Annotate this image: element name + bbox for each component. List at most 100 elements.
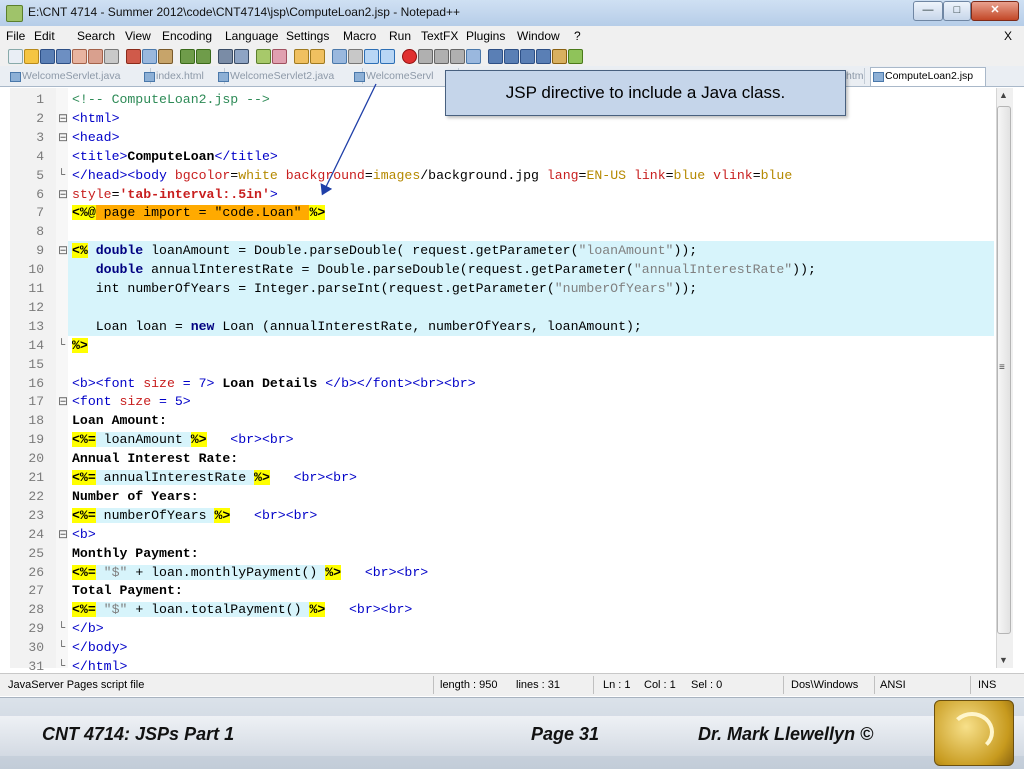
code-line[interactable]: 27 Total Payment: — [10, 581, 994, 600]
menu-macro[interactable]: Macro — [343, 29, 376, 43]
code-line[interactable]: 19 <%= loanAmount %> <br><br> — [10, 430, 994, 449]
menu-textfx[interactable]: TextFX — [421, 29, 458, 43]
code-line[interactable]: 14 └ %> — [10, 336, 994, 355]
tab-index-html[interactable]: index.html — [142, 68, 225, 84]
code-line[interactable]: 24 ⊟ <b> — [10, 525, 994, 544]
redo-icon[interactable] — [196, 49, 211, 64]
code-line[interactable]: 18 Loan Amount: — [10, 411, 994, 430]
replace-icon[interactable] — [234, 49, 249, 64]
stop-macro-icon[interactable] — [418, 49, 433, 64]
code-line[interactable]: 25 Monthly Payment: — [10, 544, 994, 563]
code-line[interactable]: 23 <%= numberOfYears %> <br><br> — [10, 506, 994, 525]
fold-marker-icon[interactable]: └ — [58, 168, 65, 182]
close-file-icon[interactable] — [72, 49, 87, 64]
menu-file[interactable]: File — [6, 29, 25, 43]
code-line[interactable]: 10 double annualInterestRate = Double.pa… — [28, 260, 994, 280]
menu-edit[interactable]: Edit — [34, 29, 55, 43]
code-line[interactable]: 30 └ </body> — [10, 638, 994, 657]
fold-marker-icon[interactable]: └ — [58, 640, 65, 654]
menu-view[interactable]: View — [125, 29, 151, 43]
menu-help[interactable]: ? — [574, 29, 581, 43]
open-folder-icon[interactable] — [24, 49, 39, 64]
code-line[interactable]: 28 <%= "$" + loan.totalPayment() %> <br><… — [10, 600, 994, 619]
code-line[interactable]: 17 ⊟ <font size = 5> — [10, 392, 994, 411]
print-icon[interactable] — [104, 49, 119, 64]
plugin-icon-3[interactable] — [520, 49, 535, 64]
code-line[interactable]: 15 — [10, 355, 994, 374]
code-line[interactable]: 21 <%= annualInterestRate %> <br><br> — [10, 468, 994, 487]
plugin-icon-5[interactable] — [552, 49, 567, 64]
indent-guide-icon[interactable] — [364, 49, 379, 64]
code-line[interactable]: 12 — [28, 297, 994, 317]
tab-welcomeservl[interactable]: WelcomeServl — [352, 68, 459, 84]
code-line[interactable]: 7 <%@ page import = "code.Loan" %> — [10, 203, 994, 222]
code-text: int numberOfYears = Integer.parseInt(req… — [95, 281, 698, 296]
fold-marker-icon[interactable]: ⊟ — [58, 243, 68, 258]
fold-marker-icon[interactable]: └ — [58, 659, 65, 673]
plugin-icon-1[interactable] — [488, 49, 503, 64]
zoom-in-icon[interactable] — [256, 49, 271, 64]
code-line[interactable]: 20 Annual Interest Rate: — [10, 449, 994, 468]
find-icon[interactable] — [218, 49, 233, 64]
cut-icon[interactable] — [126, 49, 141, 64]
minimize-button[interactable]: — — [913, 1, 943, 21]
doc-map-icon[interactable] — [380, 49, 395, 64]
paste-icon[interactable] — [158, 49, 173, 64]
copy-icon[interactable] — [142, 49, 157, 64]
play-macro-icon[interactable] — [434, 49, 449, 64]
word-wrap-icon[interactable] — [332, 49, 347, 64]
menu-search[interactable]: Search — [77, 29, 115, 43]
spellcheck-icon[interactable] — [568, 49, 583, 64]
code-line[interactable]: 8 — [10, 222, 994, 241]
zoom-out-icon[interactable] — [272, 49, 287, 64]
menu-encoding[interactable]: Encoding — [162, 29, 212, 43]
fold-marker-icon[interactable]: └ — [58, 621, 65, 635]
fold-marker-icon[interactable]: ⊟ — [58, 527, 68, 542]
tab-computeloan2-jsp[interactable]: ComputeLoan2.jsp — [870, 67, 986, 86]
tab-welcomeservlet2-java[interactable]: WelcomeServlet2.java — [216, 68, 363, 84]
code-line[interactable]: 3 ⊟ <head> — [10, 128, 994, 147]
save-all-icon[interactable] — [56, 49, 71, 64]
scroll-up-icon[interactable]: ▲ — [999, 90, 1008, 100]
fold-marker-icon[interactable]: ⊟ — [58, 187, 68, 202]
undo-icon[interactable] — [180, 49, 195, 64]
code-line[interactable]: 16 <b><font size = 7> Loan Details </b></… — [10, 374, 994, 393]
code-line[interactable]: 26 <%= "$" + loan.monthlyPayment() %> <br… — [10, 563, 994, 582]
code-line[interactable]: 11 int numberOfYears = Integer.parseInt(… — [28, 279, 994, 298]
fold-marker-icon[interactable]: ⊟ — [58, 130, 68, 145]
code-line[interactable]: 29 └ </b> — [10, 619, 994, 638]
menu-window[interactable]: Window — [517, 29, 560, 43]
sync-v-icon[interactable] — [294, 49, 309, 64]
code-line[interactable]: 5 └ </head><body bgcolor=white background=… — [10, 166, 994, 185]
close-document-button[interactable]: X — [1004, 29, 1012, 43]
menu-run[interactable]: Run — [389, 29, 411, 43]
sync-h-icon[interactable] — [310, 49, 325, 64]
show-all-chars-icon[interactable] — [348, 49, 363, 64]
save-icon[interactable] — [40, 49, 55, 64]
line-number: 4 — [36, 148, 44, 164]
fold-marker-icon[interactable]: ⊟ — [58, 111, 68, 126]
menu-language[interactable]: Language — [225, 29, 278, 43]
fold-marker-icon[interactable]: ⊟ — [58, 394, 68, 409]
run-macro-multiple-icon[interactable] — [450, 49, 465, 64]
code-line[interactable]: 9 ⊟ <% double loanAmount = Double.parseDou… — [36, 241, 994, 261]
record-macro-icon[interactable] — [402, 49, 417, 64]
menu-plugins[interactable]: Plugins — [466, 29, 505, 43]
code-line[interactable]: 13 Loan loan = new Loan (annualInterestR… — [28, 316, 994, 336]
save-macro-icon[interactable] — [466, 49, 481, 64]
fold-marker-icon[interactable]: └ — [58, 338, 65, 352]
code-line[interactable]: 4 <title>ComputeLoan</title> — [10, 147, 994, 166]
plugin-icon-4[interactable] — [536, 49, 551, 64]
close-button[interactable]: ✕ — [971, 1, 1019, 21]
tab-welcomeservlet-java[interactable]: WelcomeServlet.java — [8, 68, 151, 84]
plugin-icon-2[interactable] — [504, 49, 519, 64]
scroll-down-icon[interactable]: ▼ — [999, 655, 1008, 665]
close-all-icon[interactable] — [88, 49, 103, 64]
menu-settings[interactable]: Settings — [286, 29, 329, 43]
new-file-icon[interactable] — [8, 49, 23, 64]
code-line[interactable]: 22 Number of Years: — [10, 487, 994, 506]
notepadpp-app-icon[interactable] — [6, 5, 23, 22]
maximize-button[interactable]: □ — [943, 1, 971, 21]
tab-html[interactable]: html — [846, 68, 865, 84]
code-line[interactable]: 6 ⊟ style='tab-interval:.5in'> — [10, 185, 994, 204]
